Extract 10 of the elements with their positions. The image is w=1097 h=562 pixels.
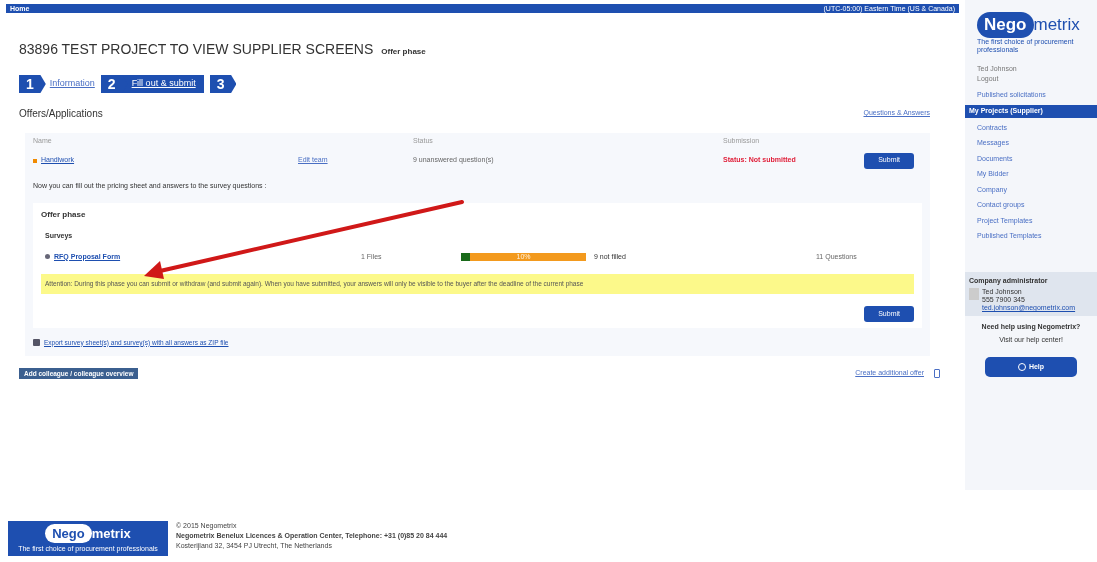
- step-tab[interactable]: 3: [209, 75, 237, 93]
- step-tab[interactable]: 2 Fill out & submit: [100, 75, 204, 93]
- bullet-icon: [33, 158, 37, 163]
- phase-title: Offer phase: [41, 209, 87, 221]
- survey-icon: [45, 254, 50, 260]
- step-tab[interactable]: 1 Information: [19, 75, 95, 93]
- phase-label: Offer phase: [381, 46, 426, 58]
- section-title: Offers/Applications: [19, 107, 103, 121]
- export-icon: [33, 339, 40, 347]
- project-title: 83896 TEST PROJECT TO VIEW SUPPLIER SCREENS: [19, 40, 374, 59]
